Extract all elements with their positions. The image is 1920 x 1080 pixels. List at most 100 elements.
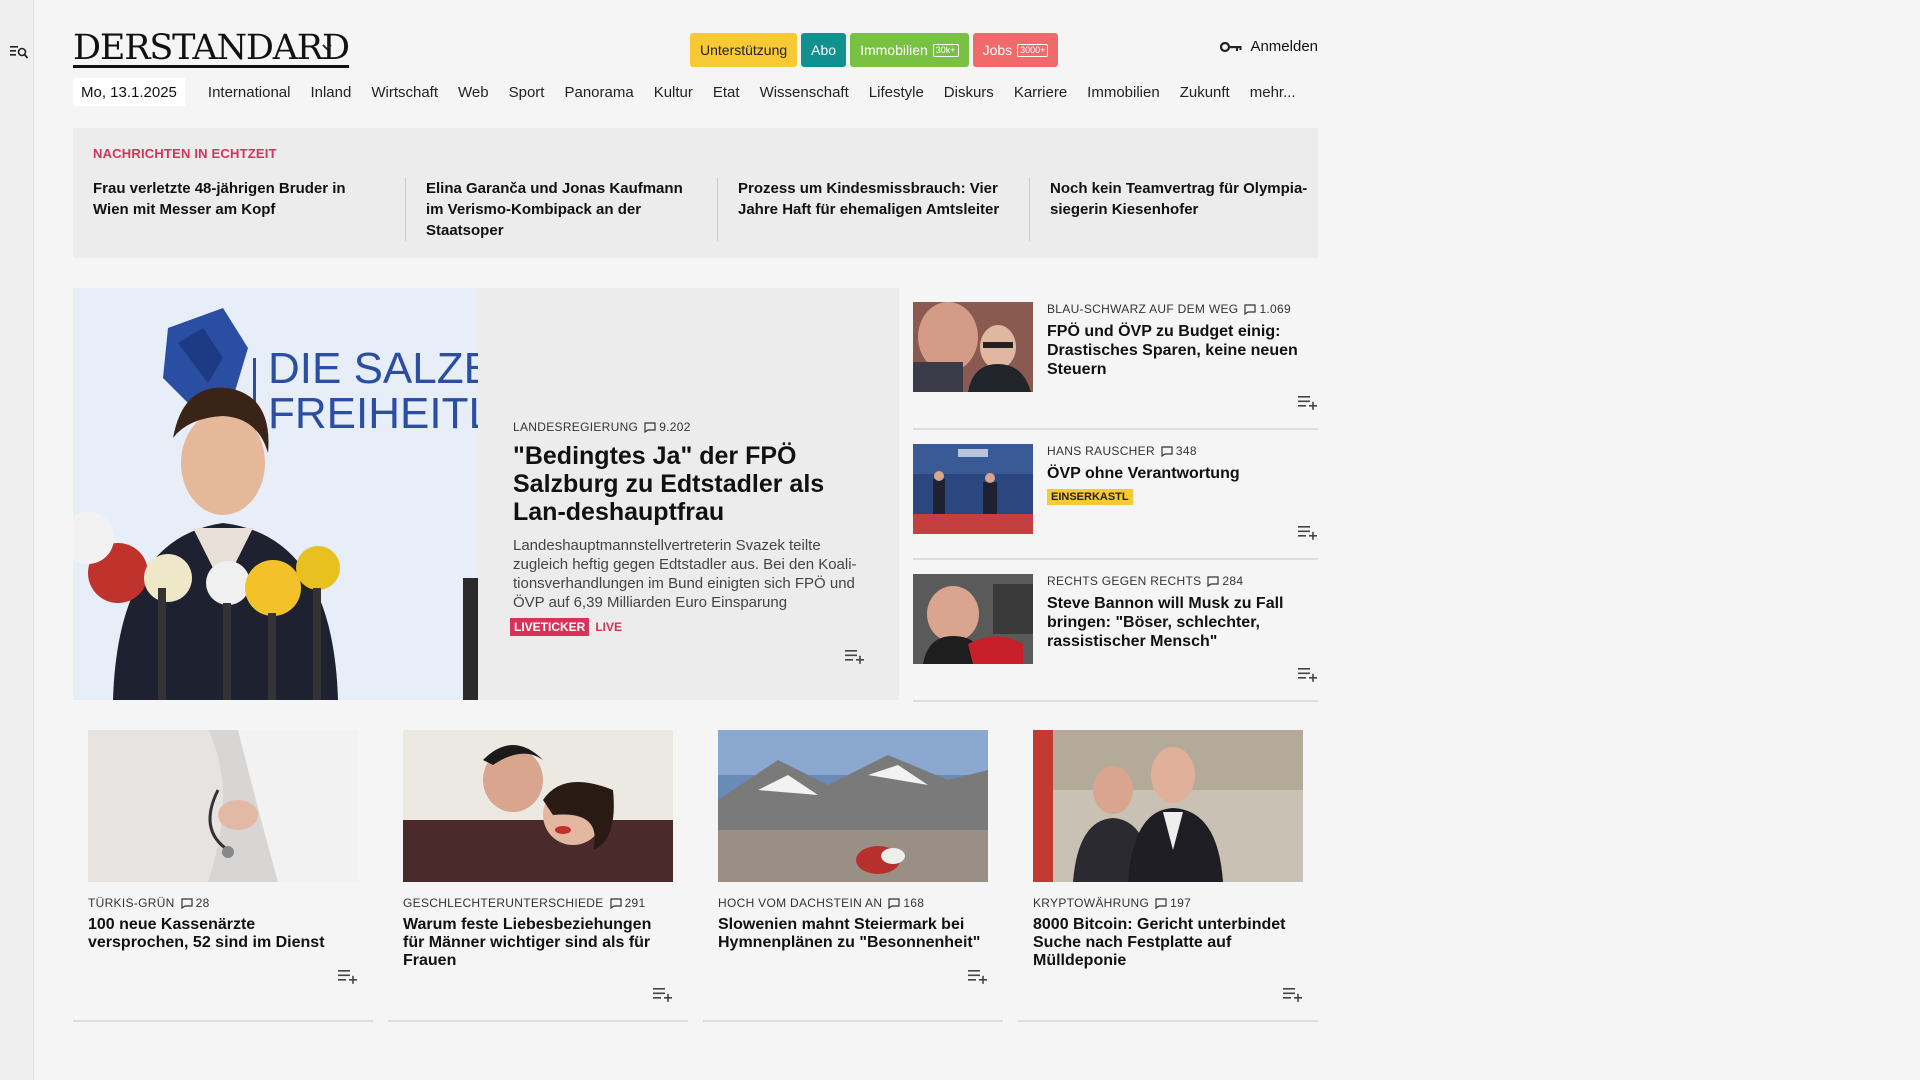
article-title[interactable]: FPÖ und ÖVP zu Budget einig: Drastisches… — [1047, 322, 1312, 379]
comment-count[interactable]: 284 — [1207, 574, 1243, 588]
comment-icon — [609, 897, 622, 909]
comment-count-value: 28 — [195, 896, 210, 910]
comment-count[interactable]: 28 — [181, 896, 210, 910]
ticker-item[interactable]: Elina Garanča und Jonas Kaufmann im Veri… — [405, 178, 717, 241]
kicker-text: HANS RAUSCHER — [1047, 444, 1155, 458]
ticker-items: Frau verletzte 48-jährigen Bruder in Wie… — [93, 178, 1341, 241]
article-image — [403, 730, 673, 882]
header: DERSTANDARD Unterstützung Abo Immobilien… — [73, 28, 1318, 70]
nav-item-immobilien[interactable]: Immobilien — [1087, 84, 1160, 101]
add-to-list-icon[interactable] — [1298, 394, 1318, 410]
comment-count[interactable]: 1.069 — [1244, 302, 1291, 316]
key-icon — [1220, 41, 1242, 52]
kicker-text: GESCHLECHTERUNTERSCHIEDE — [403, 896, 604, 910]
immobilien-label: Immobilien — [860, 42, 928, 58]
grid-article[interactable]: GESCHLECHTERUNTERSCHIEDE 291 Warum feste… — [388, 730, 688, 1022]
nav-item-etat[interactable]: Etat — [713, 84, 740, 101]
left-rail — [0, 0, 34, 1080]
article-title[interactable]: Steve Bannon will Musk zu Fall bringen: … — [1047, 594, 1312, 651]
article-image — [1033, 730, 1303, 882]
kicker-text: BLAU-SCHWARZ AUF DEM WEG — [1047, 302, 1239, 316]
add-to-list-icon[interactable] — [338, 968, 358, 984]
comment-icon — [1244, 303, 1257, 315]
nav-item-sport[interactable]: Sport — [509, 84, 545, 101]
comment-count[interactable]: 291 — [609, 896, 646, 910]
article-title[interactable]: ÖVP ohne Verantwortung — [1047, 464, 1312, 483]
article-kicker: HANS RAUSCHER 348 — [1047, 444, 1312, 458]
nav-item-zukunft[interactable]: Zukunft — [1180, 84, 1230, 101]
ticker-item[interactable]: Noch kein Teamvertrag für Olympia-sieger… — [1029, 178, 1341, 241]
article-kicker: HOCH VOM DACHSTEIN AN 168 — [718, 896, 988, 910]
card-body: KRYPTOWÄHRUNG 197 8000 Bitcoin: Gericht … — [1033, 896, 1303, 970]
support-button[interactable]: Unterstützung — [690, 33, 798, 67]
add-to-list-icon[interactable] — [1283, 986, 1303, 1002]
chevron-down-icon[interactable] — [320, 40, 334, 54]
comment-count[interactable]: 197 — [1155, 896, 1191, 910]
search-menu-icon[interactable] — [10, 44, 28, 60]
comment-count-value: 168 — [903, 896, 925, 910]
add-to-list-icon[interactable] — [1298, 524, 1318, 540]
backdrop-text-1: DIE SALZBU — [268, 344, 478, 393]
nav-item-more[interactable]: mehr... — [1250, 84, 1296, 101]
article-thumbnail — [913, 574, 1033, 664]
header-pills: Unterstützung Abo Immobilien 30k+ Jobs 3… — [690, 33, 1059, 67]
grid-article[interactable]: KRYPTOWÄHRUNG 197 8000 Bitcoin: Gericht … — [1018, 730, 1318, 1022]
lead-article[interactable]: DIE SALZBU FREIHEITLIC LA — [73, 288, 899, 700]
immobilien-button[interactable]: Immobilien 30k+ — [850, 33, 969, 67]
nav-item-wirtschaft[interactable]: Wirtschaft — [371, 84, 438, 101]
comment-count-value: 1.069 — [1259, 302, 1291, 316]
article-kicker: RECHTS GEGEN RECHTS 284 — [1047, 574, 1312, 588]
add-to-list-icon[interactable] — [653, 986, 673, 1002]
nav-item-wissenschaft[interactable]: Wissenschaft — [760, 84, 849, 101]
nav-item-diskurs[interactable]: Diskurs — [944, 84, 994, 101]
side-article[interactable]: HANS RAUSCHER 348 ÖVP ohne Verantwortung… — [913, 430, 1318, 560]
login-label: Anmelden — [1250, 38, 1318, 55]
nav-item-web[interactable]: Web — [458, 84, 489, 101]
article-thumbnail — [913, 444, 1033, 534]
kicker-text: KRYPTOWÄHRUNG — [1033, 896, 1150, 910]
jobs-button[interactable]: Jobs 3000+ — [972, 33, 1059, 67]
comment-count-value: 197 — [1170, 896, 1192, 910]
nav-item-kultur[interactable]: Kultur — [654, 84, 693, 101]
add-to-list-icon[interactable] — [1298, 666, 1318, 682]
nav-item-international[interactable]: International — [208, 84, 291, 101]
ticker-item[interactable]: Frau verletzte 48-jährigen Bruder in Wie… — [93, 178, 405, 241]
backdrop-text-2: FREIHEITLIC — [268, 389, 478, 438]
login-button[interactable]: Anmelden — [1220, 38, 1318, 55]
lead-title[interactable]: "Bedingtes Ja" der FPÖ Salzburg zu Edtst… — [513, 442, 863, 526]
site-logo[interactable]: DERSTANDARD — [73, 28, 350, 68]
side-article[interactable]: RECHTS GEGEN RECHTS 284 Steve Bannon wil… — [913, 560, 1318, 702]
lead-body: LANDESREGIERUNG 9.202 "Bedingtes Ja" der… — [510, 420, 863, 636]
add-to-list-icon[interactable] — [968, 968, 988, 984]
article-kicker: TÜRKIS-GRÜN 28 — [88, 896, 358, 910]
side-articles: BLAU-SCHWARZ AUF DEM WEG 1.069 FPÖ und Ö… — [913, 288, 1318, 702]
comment-count[interactable]: 9.202 — [644, 420, 691, 434]
article-title[interactable]: 100 neue Kassenärzte versprochen, 52 sin… — [88, 916, 358, 952]
article-title[interactable]: 8000 Bitcoin: Gericht unterbindet Suche … — [1033, 916, 1303, 970]
main-content: DERSTANDARD Unterstützung Abo Immobilien… — [73, 0, 1318, 1080]
article-title[interactable]: Warum feste Liebesbeziehungen für Männer… — [403, 916, 673, 970]
nav-item-inland[interactable]: Inland — [310, 84, 351, 101]
news-ticker: NACHRICHTEN IN ECHTZEIT Frau verletzte 4… — [73, 128, 1318, 258]
lead-description: Landeshauptmannstellvertreterin Svazek t… — [513, 537, 857, 611]
article-thumbnail — [913, 302, 1033, 392]
lead-kicker-text: LANDESREGIERUNG — [513, 420, 639, 434]
article-kicker: GESCHLECHTERUNTERSCHIEDE 291 — [403, 896, 673, 910]
side-article[interactable]: BLAU-SCHWARZ AUF DEM WEG 1.069 FPÖ und Ö… — [913, 288, 1318, 430]
add-to-list-icon[interactable] — [845, 648, 865, 664]
comment-count[interactable]: 348 — [1161, 444, 1197, 458]
article-title[interactable]: Slowenien mahnt Steiermark bei Hymnenplä… — [718, 916, 988, 952]
grid-article[interactable]: TÜRKIS-GRÜN 28 100 neue Kassenärzte vers… — [73, 730, 373, 1022]
article-image — [88, 730, 358, 882]
nav-item-panorama[interactable]: Panorama — [564, 84, 633, 101]
comment-count[interactable]: 168 — [888, 896, 924, 910]
ticker-item[interactable]: Prozess um Kindesmissbrauch: Vier Jahre … — [717, 178, 1029, 241]
article-kicker: KRYPTOWÄHRUNG 197 — [1033, 896, 1303, 910]
grid-article[interactable]: HOCH VOM DACHSTEIN AN 168 Slowenien mahn… — [703, 730, 1003, 1022]
card-body: TÜRKIS-GRÜN 28 100 neue Kassenärzte vers… — [88, 896, 358, 952]
comment-count-value: 291 — [624, 896, 646, 910]
nav-item-karriere[interactable]: Karriere — [1014, 84, 1067, 101]
nav-item-lifestyle[interactable]: Lifestyle — [869, 84, 924, 101]
abo-button[interactable]: Abo — [801, 33, 847, 67]
side-article-body: HANS RAUSCHER 348 ÖVP ohne Verantwortung… — [1047, 444, 1312, 505]
